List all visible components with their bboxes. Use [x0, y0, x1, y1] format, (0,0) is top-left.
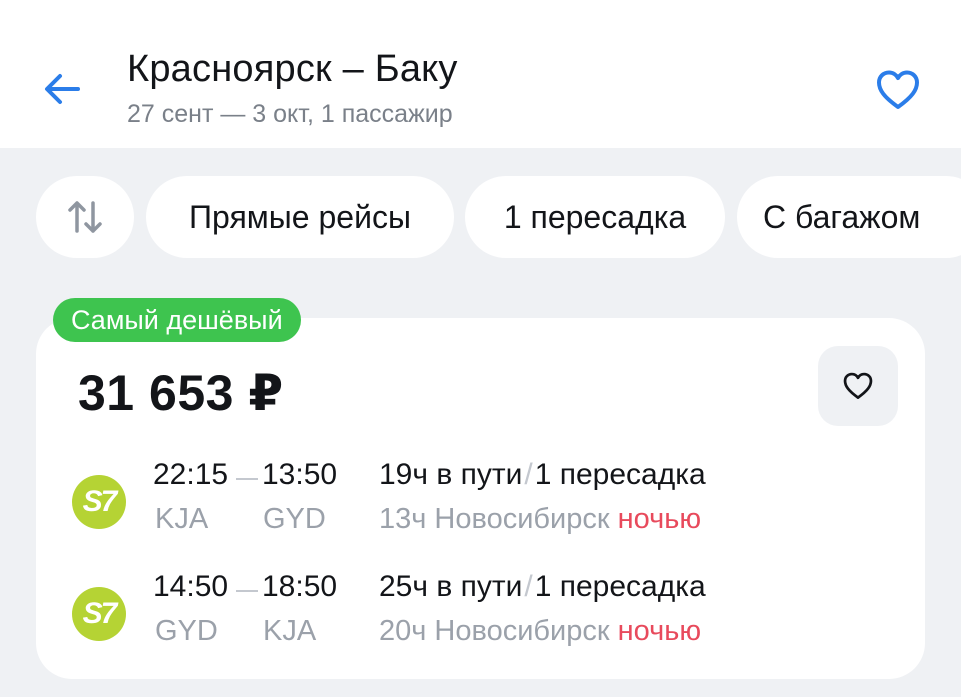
- flight-segment-return: S7 14:50 18:50 GYD KJA 25ч в пути/1 пере…: [0, 570, 961, 650]
- layover-info: 13ч Новосибирск ночью: [379, 503, 701, 536]
- filter-one-transfer[interactable]: 1 пересадка: [465, 176, 725, 258]
- page-subtitle: 27 сент — 3 окт, 1 пассажир: [127, 100, 453, 128]
- airline-logo: S7: [72, 475, 126, 529]
- arrow-left-icon: [45, 74, 80, 104]
- separator: /: [524, 570, 533, 603]
- header: Красноярск – Баку 27 сент — 3 окт, 1 пас…: [0, 0, 961, 148]
- night-note: ночью: [617, 615, 702, 647]
- ticket-favorite-button[interactable]: [818, 346, 898, 426]
- duration-text: 19ч в пути: [379, 458, 523, 491]
- departure-airport-code: KJA: [155, 503, 209, 535]
- airline-logo: S7: [72, 587, 126, 641]
- duration-text: 25ч в пути: [379, 570, 523, 603]
- arrival-time: 18:50: [262, 570, 338, 603]
- layover-text: 20ч Новосибирск: [379, 615, 610, 647]
- flight-segment-outbound: S7 22:15 13:50 KJA GYD 19ч в пути/1 пере…: [0, 458, 961, 538]
- sort-button[interactable]: [36, 176, 134, 258]
- separator: /: [524, 458, 533, 491]
- ticket-price: 31 653 ₽: [78, 365, 284, 421]
- departure-time: 14:50: [153, 570, 229, 603]
- night-note: ночью: [617, 503, 702, 535]
- transfers-text: 1 пересадка: [534, 458, 706, 491]
- filter-with-baggage[interactable]: С багажом: [737, 176, 961, 258]
- filter-chips: Прямые рейсы 1 пересадка С багажом: [0, 176, 961, 258]
- transfers-text: 1 пересадка: [534, 570, 706, 603]
- sort-arrows-icon: [68, 201, 102, 233]
- favorite-button[interactable]: [872, 64, 924, 116]
- layover-text: 13ч Новосибирск: [379, 503, 610, 535]
- time-divider: [236, 590, 258, 592]
- time-divider: [236, 478, 258, 480]
- filter-direct-flights[interactable]: Прямые рейсы: [146, 176, 454, 258]
- heart-icon: [877, 70, 919, 109]
- heart-icon: [843, 372, 873, 399]
- cheapest-badge: Самый дешёвый: [53, 298, 301, 342]
- departure-airport-code: GYD: [155, 615, 218, 647]
- departure-time: 22:15: [153, 458, 229, 491]
- layover-info: 20ч Новосибирск ночью: [379, 615, 701, 648]
- back-button[interactable]: [38, 66, 86, 112]
- arrival-time: 13:50: [262, 458, 338, 491]
- page-title: Красноярск – Баку: [127, 48, 458, 90]
- arrival-airport-code: KJA: [263, 615, 317, 647]
- flight-duration: 25ч в пути/1 пересадка: [379, 570, 706, 604]
- flight-duration: 19ч в пути/1 пересадка: [379, 458, 706, 492]
- arrival-airport-code: GYD: [263, 503, 326, 535]
